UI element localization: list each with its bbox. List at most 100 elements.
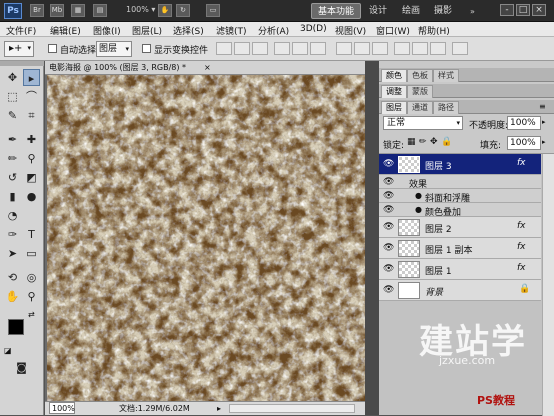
layer-row[interactable]: 👁 图层 1 副本 fx: [379, 238, 541, 259]
rotate-view-icon[interactable]: ↻: [176, 4, 190, 17]
zoom-field[interactable]: 100%: [49, 402, 75, 414]
3d-orbit-tool-icon[interactable]: ◎: [23, 269, 40, 286]
workspace-photography-button[interactable]: 摄影: [428, 3, 458, 19]
blur-tool-icon[interactable]: ●: [23, 188, 40, 205]
menu-window[interactable]: 窗口(W): [376, 24, 410, 37]
close-button[interactable]: ×: [532, 4, 546, 16]
maximize-button[interactable]: □: [516, 4, 530, 16]
align-left-icon[interactable]: [274, 42, 290, 55]
visibility-eye-icon[interactable]: 👁: [383, 285, 394, 295]
align-top-icon[interactable]: [216, 42, 232, 55]
panel-menu-icon[interactable]: ≡: [539, 102, 546, 111]
lock-transparent-icon[interactable]: ▦: [407, 137, 416, 147]
menu-3d[interactable]: 3D(D): [300, 24, 327, 34]
blend-mode-dropdown[interactable]: 正常 ▾: [383, 116, 463, 130]
layer-effects-icon[interactable]: fx: [517, 242, 526, 252]
quick-mask-icon[interactable]: ◙: [13, 359, 30, 376]
visibility-eye-icon[interactable]: 👁: [383, 264, 394, 274]
bridge-icon[interactable]: Br: [30, 4, 44, 17]
menu-image[interactable]: 图像(I): [93, 24, 121, 37]
layer-effects-icon[interactable]: fx: [517, 158, 526, 168]
workspace-painting-button[interactable]: 绘画: [396, 3, 426, 19]
more-workspaces-icon[interactable]: »: [470, 7, 475, 16]
menu-file[interactable]: 文件(F): [6, 24, 36, 37]
visibility-eye-icon[interactable]: 👁: [383, 205, 394, 215]
lock-image-icon[interactable]: ✏: [419, 137, 427, 147]
effect-eye-icon[interactable]: ●: [415, 191, 422, 200]
tab-paths[interactable]: 路径: [433, 101, 459, 114]
mini-bridge-icon[interactable]: Mb: [50, 4, 64, 17]
zoom-tool-icon[interactable]: ⚲: [23, 288, 40, 305]
view-extras-icon[interactable]: ▦: [71, 4, 85, 17]
workspace-essentials-button[interactable]: 基本功能: [311, 3, 362, 19]
distribute-top-icon[interactable]: [336, 42, 352, 55]
layers-scrollbar[interactable]: [542, 154, 554, 416]
document-size-info[interactable]: 文档:1.29M/6.02M: [119, 402, 190, 415]
foreground-color-swatch[interactable]: [8, 319, 24, 335]
tab-layers[interactable]: 图层: [381, 101, 407, 114]
eyedropper-tool-icon[interactable]: ✒: [4, 131, 21, 148]
eraser-tool-icon[interactable]: ◩: [23, 169, 40, 186]
menu-layer[interactable]: 图层(L): [132, 24, 162, 37]
lock-position-icon[interactable]: ✥: [430, 137, 438, 147]
opacity-slider-arrow[interactable]: ▸: [542, 118, 546, 126]
lasso-tool-icon[interactable]: ⌒: [23, 88, 40, 105]
show-transform-checkbox[interactable]: [142, 44, 151, 53]
tab-masks[interactable]: 蒙版: [407, 85, 433, 98]
type-tool-icon[interactable]: T: [23, 226, 40, 243]
distribute-center-icon[interactable]: [354, 42, 370, 55]
align-bottom-icon[interactable]: [252, 42, 268, 55]
clone-stamp-tool-icon[interactable]: ⚲: [23, 150, 40, 167]
panel-collapse-strip[interactable]: [365, 61, 379, 415]
workspace-design-button[interactable]: 设计: [363, 3, 393, 19]
3d-rotate-tool-icon[interactable]: ⟲: [4, 269, 21, 286]
default-colors-icon[interactable]: ◪: [4, 346, 12, 355]
hand-tool-icon[interactable]: ✋: [158, 4, 172, 17]
close-document-icon[interactable]: ×: [204, 61, 211, 75]
tab-adjustments[interactable]: 调整: [381, 85, 407, 98]
tab-color[interactable]: 颜色: [381, 69, 407, 82]
visibility-eye-icon[interactable]: 👁: [383, 243, 394, 253]
quick-selection-tool-icon[interactable]: ✎: [4, 107, 21, 124]
menu-view[interactable]: 视图(V): [335, 24, 366, 37]
menu-edit[interactable]: 编辑(E): [50, 24, 81, 37]
tool-preset-picker[interactable]: ▸+ ▾: [4, 41, 34, 57]
canvas[interactable]: [47, 75, 365, 401]
dodge-tool-icon[interactable]: ◔: [4, 207, 21, 224]
history-brush-tool-icon[interactable]: ↺: [4, 169, 21, 186]
effect-eye-icon[interactable]: ●: [415, 205, 422, 214]
distribute-hcenter-icon[interactable]: [412, 42, 428, 55]
visibility-eye-icon[interactable]: 👁: [383, 177, 394, 187]
visibility-eye-icon[interactable]: 👁: [383, 159, 394, 169]
move-tool-selected-icon[interactable]: ▸: [23, 69, 40, 86]
tools-panel-header[interactable]: [0, 61, 44, 66]
brush-tool-icon[interactable]: ✏: [4, 150, 21, 167]
minimize-button[interactable]: -: [500, 4, 514, 16]
auto-select-checkbox[interactable]: [48, 44, 57, 53]
horizontal-scrollbar[interactable]: [229, 404, 355, 413]
fill-slider-arrow[interactable]: ▸: [542, 138, 546, 146]
auto-align-icon[interactable]: [452, 42, 468, 55]
effect-color-overlay-row[interactable]: 👁 ● 颜色叠加: [379, 203, 541, 218]
auto-select-dropdown[interactable]: 图层 ▾: [96, 41, 132, 57]
layer-row[interactable]: 👁 图层 3 fx: [379, 154, 541, 175]
crop-tool-icon[interactable]: ⌗: [23, 107, 40, 124]
layer-row[interactable]: 👁 图层 2 fx: [379, 217, 541, 238]
layer-row-background[interactable]: 👁 背景 🔒: [379, 280, 541, 301]
marquee-tool-icon[interactable]: ⬚: [4, 88, 21, 105]
document-tab[interactable]: 电影海报 @ 100% (图层 3, RGB/8) * ×: [45, 61, 365, 75]
path-selection-tool-icon[interactable]: ➤: [4, 245, 21, 262]
gradient-tool-icon[interactable]: ▮: [4, 188, 21, 205]
align-horizontal-center-icon[interactable]: [292, 42, 308, 55]
layer-effects-icon[interactable]: fx: [517, 263, 526, 273]
effects-row[interactable]: 👁 效果: [379, 175, 541, 190]
zoom-level-select[interactable]: 100% ▾: [126, 5, 155, 14]
visibility-eye-icon[interactable]: 👁: [383, 191, 394, 201]
menu-help[interactable]: 帮助(H): [418, 24, 450, 37]
move-tool-icon[interactable]: ✥: [4, 69, 21, 86]
lock-all-icon[interactable]: 🔒: [441, 137, 452, 147]
distribute-right-icon[interactable]: [430, 42, 446, 55]
distribute-left-icon[interactable]: [394, 42, 410, 55]
layer-effects-icon[interactable]: fx: [517, 221, 526, 231]
pen-tool-icon[interactable]: ✑: [4, 226, 21, 243]
